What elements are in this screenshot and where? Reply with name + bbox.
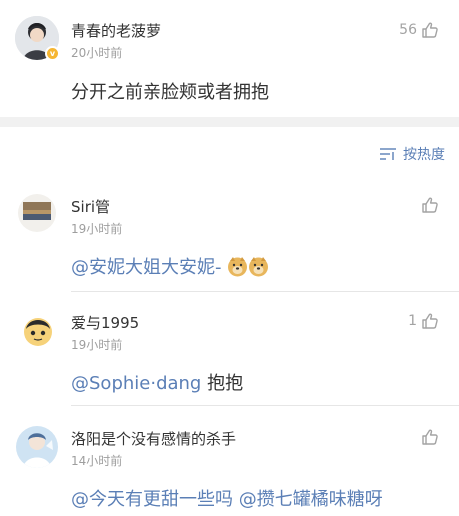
sort-icon	[380, 148, 396, 160]
thumbs-up-icon	[422, 429, 438, 445]
mention-link[interactable]: @Sophie·dang	[71, 373, 201, 394]
thumbs-up-icon	[422, 313, 438, 329]
username[interactable]: 青春的老菠萝	[71, 20, 161, 41]
doge-emoji-icon	[249, 257, 269, 277]
reply-text: @安妮大姐大安妮-	[71, 253, 269, 279]
mention-link[interactable]: @安妮大姐大安妮-	[71, 257, 222, 278]
reply-text: @今天有更甜一些吗 @攒七罐橘味糖呀	[71, 485, 383, 511]
thumbs-up-icon	[422, 197, 438, 213]
verified-badge-icon: v	[45, 46, 60, 61]
like-count: 1	[408, 313, 417, 329]
sort-label: 按热度	[403, 147, 445, 163]
avatar[interactable]	[18, 194, 56, 232]
like-button[interactable]	[417, 428, 439, 446]
like-button[interactable]: 1	[408, 312, 439, 330]
avatar[interactable]	[16, 426, 58, 468]
sort-toggle[interactable]: 按热度	[379, 144, 445, 164]
username[interactable]: 爱与1995	[71, 312, 139, 333]
username[interactable]: Siri管	[71, 196, 110, 217]
mention-link[interactable]: @今天有更甜一些吗 @攒七罐橘味糖呀	[71, 489, 383, 510]
reply-text: @Sophie·dang 抱抱	[71, 369, 243, 395]
reply-divider	[71, 405, 459, 406]
timestamp: 19小时前	[71, 338, 123, 352]
reply-divider	[71, 291, 459, 292]
reply-message: 抱抱	[201, 373, 244, 394]
comment-text: 分开之前亲脸颊或者拥抱	[71, 82, 269, 103]
timestamp: 20小时前	[71, 46, 123, 60]
like-button[interactable]: 56	[399, 21, 439, 39]
doge-emoji-icon	[228, 257, 248, 277]
username[interactable]: 洛阳是个没有感情的杀手	[71, 428, 236, 449]
timestamp: 19小时前	[71, 222, 123, 236]
section-divider	[0, 117, 459, 127]
timestamp: 14小时前	[71, 454, 123, 468]
like-button[interactable]	[417, 196, 439, 214]
avatar[interactable]	[18, 311, 58, 351]
thumbs-up-icon	[422, 22, 438, 38]
like-count: 56	[399, 22, 417, 38]
